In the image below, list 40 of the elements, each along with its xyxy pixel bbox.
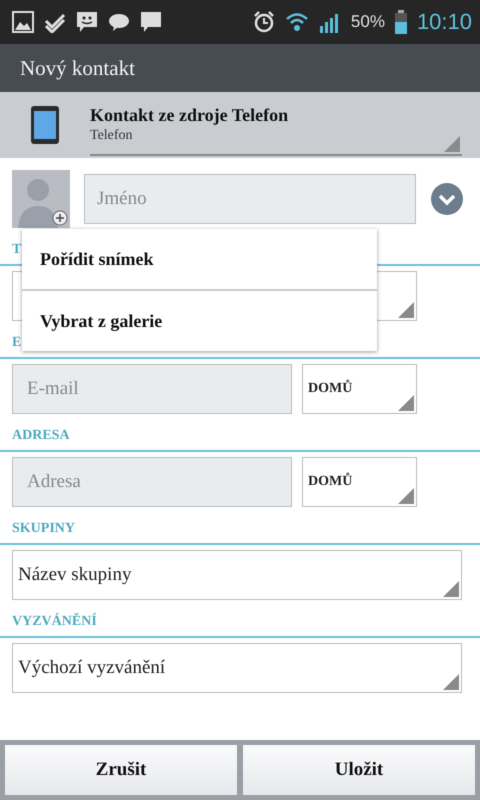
section-label: VYZVÁNĚNÍ (11, 612, 98, 631)
section-label: SKUPINY (11, 520, 76, 538)
dropdown-corner-icon (443, 674, 459, 690)
section-label: ADRESA (11, 427, 71, 445)
select-dropdown[interactable]: Název skupiny (12, 550, 462, 600)
expand-icon[interactable] (430, 182, 464, 216)
contact-photo-button[interactable] (12, 170, 70, 228)
clock-time: 10:10 (416, 9, 472, 35)
battery-percentage: 50% (350, 12, 385, 32)
menu-item[interactable]: Pořídit snímek (22, 229, 377, 289)
dropdown-corner-icon (398, 488, 414, 504)
action-button[interactable]: Uložit (243, 745, 475, 795)
check-icon (44, 11, 66, 33)
type-dropdown[interactable]: DOMŮ (302, 457, 417, 507)
dropdown-corner-icon (398, 395, 414, 411)
add-icon (52, 210, 68, 226)
type-dropdown[interactable]: DOMŮ (302, 364, 417, 414)
battery-icon (394, 10, 407, 34)
wifi-icon (284, 12, 309, 32)
text-field[interactable]: E-mail (12, 364, 292, 414)
chat-bubble-icon (108, 12, 130, 32)
smiley-message-icon (76, 11, 98, 33)
screen-title: Nový kontakt (20, 56, 135, 80)
section-label: T (11, 241, 22, 259)
dropdown-corner-icon (443, 581, 459, 597)
signal-icon (318, 11, 341, 33)
chat-app-icon (140, 11, 162, 33)
menu-item[interactable]: Vybrat z galerie (22, 289, 377, 351)
phone-icon (31, 106, 59, 144)
select-dropdown[interactable]: Výchozí vyzvánění (12, 643, 462, 693)
dropdown-corner-icon (398, 302, 414, 318)
source-title: Kontakt ze zdroje Telefon (90, 104, 290, 126)
text-field[interactable]: Adresa (12, 457, 292, 507)
action-button[interactable]: Zrušit (5, 745, 237, 795)
source-subtitle: Telefon (90, 128, 134, 144)
image-icon (12, 11, 34, 33)
section-label: E (11, 334, 22, 352)
alarm-clock-icon (252, 11, 275, 33)
dropdown-corner-icon (444, 136, 460, 152)
name-field[interactable]: Jméno (84, 174, 416, 224)
